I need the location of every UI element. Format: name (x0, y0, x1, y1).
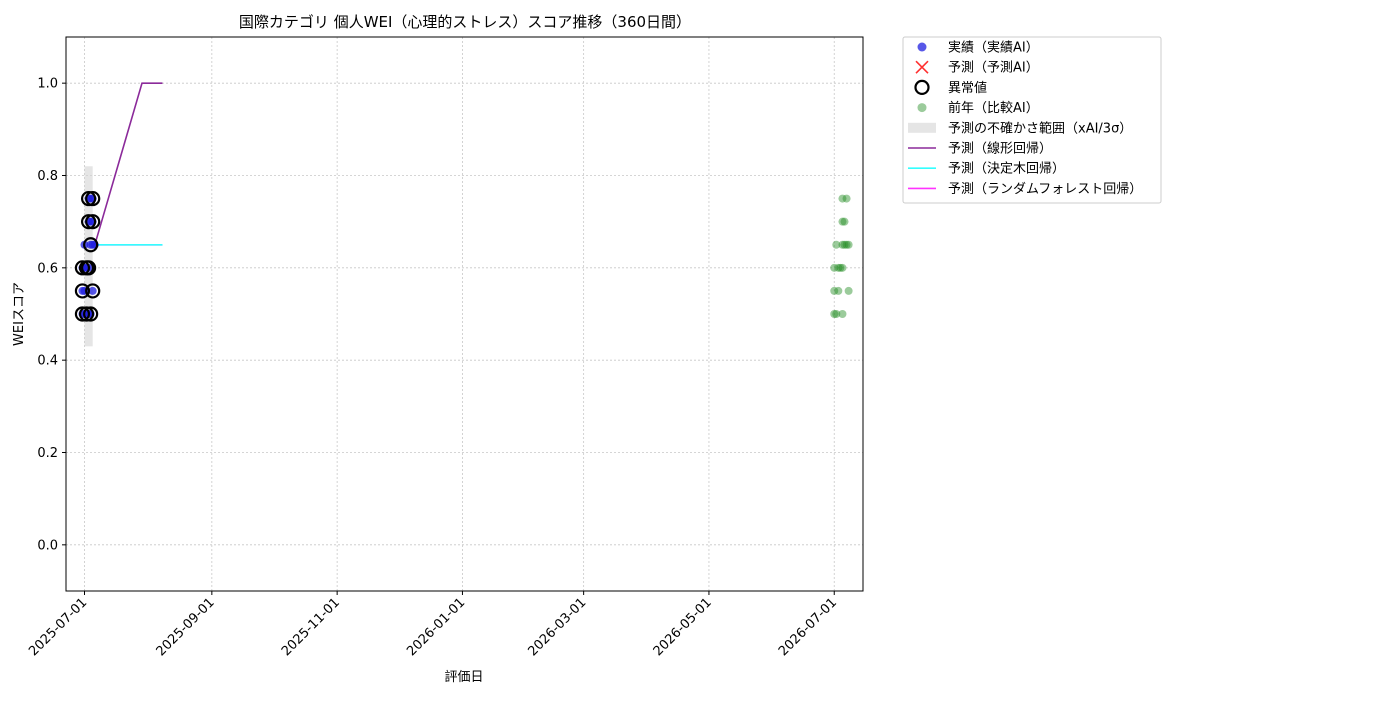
legend-marker-actual (917, 42, 927, 52)
axes: 2025-07-01 2025-09-01 2025-11-01 2026-01-01… (26, 77, 840, 660)
data-points-layer (74, 190, 853, 322)
legend-label: 異常値 (948, 80, 987, 96)
x-axis-label: 評価日 (444, 670, 483, 685)
x-tick-label: 2025-09-01 (154, 595, 218, 659)
legend-label: 前年（比較AI） (948, 100, 1039, 116)
legend: 実績（実績AI） 予測（予測AI） 異常値前年（比較AI） 予測の不確かさ範囲（xAI… (902, 36, 1162, 204)
line-linear (94, 82, 163, 246)
grid (66, 37, 863, 591)
legend-marker-band (908, 122, 936, 133)
chart-figure: 2025-07-01 2025-09-01 2025-11-01 2026-01-01… (0, 0, 1400, 700)
last-year-point (842, 194, 851, 203)
last-year-point (844, 286, 853, 295)
x-tick-label: 2026-05-01 (651, 595, 715, 659)
legend-marker-last-year (917, 103, 927, 113)
plot-frame (65, 36, 864, 592)
x-tick-label: 2025-11-01 (279, 595, 343, 659)
x-tick-label: 2026-07-01 (776, 595, 840, 659)
y-axis-label: WEIスコア (12, 282, 27, 346)
legend-label: 予測（線形回帰） (948, 141, 1052, 157)
last-year-point (838, 310, 847, 318)
last-year-point (840, 217, 849, 226)
legend-label: 予測（ランダムフォレスト回帰） (948, 181, 1142, 197)
y-tick-label: 0.8 (37, 169, 58, 184)
chart-canvas: 2025-07-01 2025-09-01 2025-11-01 2026-01-01… (12, 13, 1162, 685)
y-tick-label: 0.0 (37, 538, 58, 553)
x-tick-label: 2026-01-01 (404, 595, 468, 659)
legend-label: 予測の不確かさ範囲（xAI/3σ） (948, 120, 1132, 136)
regression-lines-layer (94, 82, 163, 246)
x-tick-label: 2025-07-01 (26, 595, 90, 659)
legend-label: 予測（決定木回帰） (948, 161, 1065, 177)
chart-title: 国際カテゴリ 個人WEI（心理的ストレス）スコア推移（360日間） (239, 13, 691, 31)
last-year-point (834, 286, 843, 295)
y-tick-label: 0.2 (37, 446, 58, 461)
last-year-point (838, 263, 847, 272)
last-year-point (844, 240, 853, 249)
y-tick-label: 1.0 (37, 77, 58, 92)
legend-label: 実績（実績AI） (948, 40, 1039, 56)
x-tick-label: 2026-03-01 (525, 595, 589, 659)
y-tick-label: 0.4 (37, 354, 58, 369)
legend-label: 予測（予測AI） (948, 61, 1039, 76)
y-tick-label: 0.6 (37, 261, 58, 276)
